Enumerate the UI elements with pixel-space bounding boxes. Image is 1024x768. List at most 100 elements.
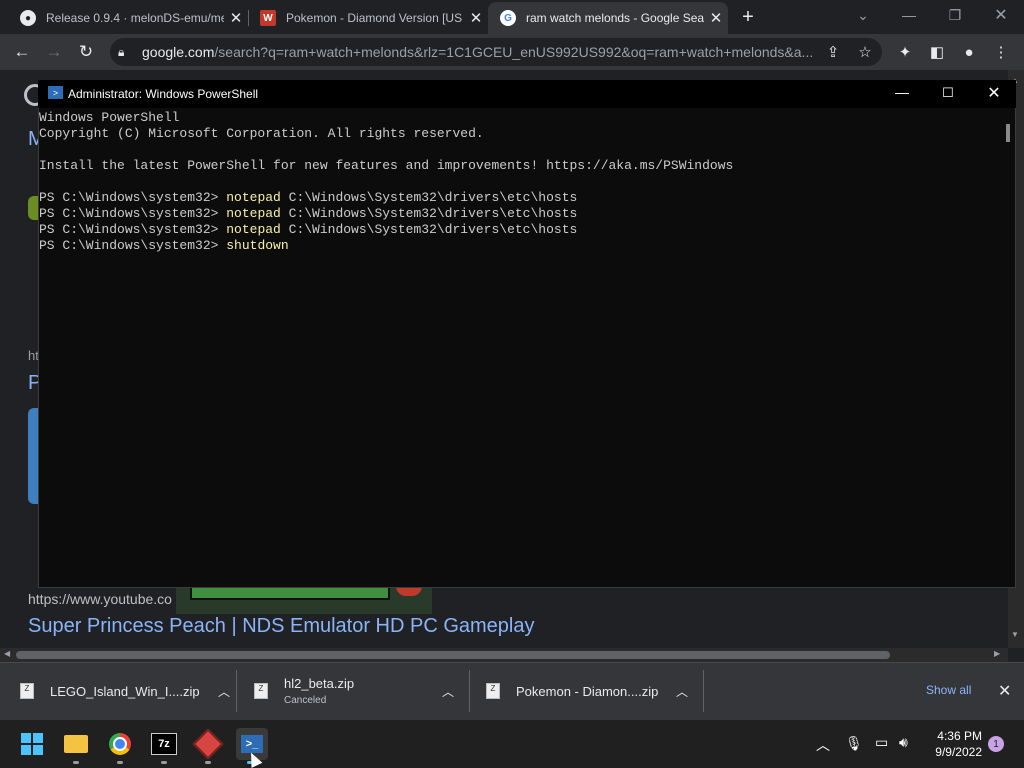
console-line: Install the latest PowerShell for new fe… bbox=[39, 158, 733, 174]
running-indicator bbox=[73, 761, 79, 764]
clock-time[interactable]: 4:36 PM bbox=[928, 729, 982, 743]
minimize-icon[interactable]: — bbox=[886, 0, 932, 30]
running-indicator bbox=[205, 761, 211, 764]
chevron-up-icon[interactable]: ︿ bbox=[676, 683, 688, 700]
thumbnail-bar bbox=[190, 586, 390, 600]
download-info: hl2_beta.zip Canceled bbox=[284, 676, 442, 706]
minimize-icon[interactable]: — bbox=[890, 84, 914, 100]
restore-icon[interactable]: ❐ bbox=[932, 0, 978, 30]
powershell-icon: > bbox=[48, 86, 63, 99]
github-icon: ● bbox=[20, 10, 36, 26]
tab-google[interactable]: G ram watch melonds - Google Sea ✕ bbox=[488, 2, 728, 34]
console-line: PS C:\Windows\system32> notepad C:\Windo… bbox=[39, 190, 577, 206]
tab-title: ram watch melonds - Google Sea bbox=[526, 11, 704, 25]
lock-icon[interactable]: 🔒︎ bbox=[118, 45, 124, 60]
download-item[interactable]: Z hl2_beta.zip Canceled ︿ bbox=[254, 662, 454, 720]
maximize-icon[interactable]: ☐ bbox=[936, 85, 960, 101]
close-window-icon[interactable]: ✕ bbox=[978, 0, 1024, 30]
reload-icon[interactable]: ↻ bbox=[76, 42, 96, 62]
result-title[interactable]: Super Princess Peach | NDS Emulator HD P… bbox=[28, 615, 535, 638]
volume-icon[interactable]: 🔊︎ bbox=[899, 734, 908, 751]
close-icon[interactable]: ✕ bbox=[704, 9, 728, 27]
console-line: PS C:\Windows\system32> notepad C:\Windo… bbox=[39, 222, 577, 238]
horizontal-scrollbar[interactable]: ◀ ▶ bbox=[0, 648, 1008, 662]
back-icon[interactable]: ← bbox=[12, 42, 32, 62]
powershell-window[interactable] bbox=[38, 80, 1016, 588]
console-text: Copyright (C) Microsoft Corporation. All… bbox=[39, 126, 484, 141]
side-panel-icon[interactable]: ◧ bbox=[928, 43, 946, 61]
file-explorer-icon[interactable] bbox=[60, 728, 92, 760]
network-icon[interactable]: ▭ bbox=[875, 734, 888, 751]
console-prompt: PS C:\Windows\system32> bbox=[39, 190, 227, 205]
console-args: C:\Windows\System32\drivers\etc\hosts bbox=[280, 206, 578, 221]
console-args: C:\Windows\System32\drivers\etc\hosts bbox=[280, 190, 578, 205]
download-divider bbox=[703, 670, 704, 712]
console-command: notepad bbox=[226, 190, 281, 205]
google-icon: G bbox=[500, 10, 516, 26]
download-filename: LEGO_Island_Win_I....zip bbox=[50, 683, 200, 699]
menu-icon[interactable]: ⋮ bbox=[992, 43, 1010, 61]
console-input-line[interactable]: PS C:\Windows\system32> shutdown bbox=[39, 238, 289, 254]
windows-start-icon[interactable] bbox=[16, 728, 48, 760]
notification-badge[interactable]: 1 bbox=[988, 736, 1004, 752]
zip-file-icon: Z bbox=[486, 683, 500, 699]
scroll-right-icon[interactable]: ▶ bbox=[994, 649, 1000, 658]
url-path: /search?q=ram+watch+melonds&rlz=1C1GCEU_… bbox=[214, 44, 814, 60]
url-text[interactable]: google.com/search?q=ram+watch+melonds&rl… bbox=[142, 44, 813, 60]
7zip-icon[interactable]: 7z bbox=[148, 728, 180, 760]
console-line: PS C:\Windows\system32> notepad C:\Windo… bbox=[39, 206, 577, 222]
close-downloads-icon[interactable]: ✕ bbox=[998, 681, 1011, 701]
close-icon[interactable]: ✕ bbox=[224, 9, 248, 27]
wiki-icon: W bbox=[260, 10, 276, 26]
show-all-button[interactable]: Show all bbox=[926, 683, 971, 697]
scroll-left-icon[interactable]: ◀ bbox=[4, 649, 10, 658]
tab-github[interactable]: ● Release 0.9.4 · melonDS-emu/me ✕ bbox=[8, 2, 248, 34]
scroll-thumb[interactable] bbox=[16, 651, 890, 659]
console-line: Windows PowerShell bbox=[39, 110, 179, 126]
console-command: notepad bbox=[226, 206, 281, 221]
chevron-up-icon[interactable]: ︿ bbox=[816, 735, 830, 755]
scroll-down-icon[interactable]: ▼ bbox=[1011, 630, 1019, 639]
result-url: https://www.youtube.co bbox=[28, 591, 172, 607]
microphone-icon[interactable]: 🎙︎ bbox=[845, 735, 863, 752]
tab-pokemon[interactable]: W Pokemon - Diamond Version [US ✕ bbox=[248, 2, 488, 34]
close-icon[interactable]: ✕ bbox=[464, 9, 488, 27]
console-prompt: PS C:\Windows\system32> bbox=[39, 238, 227, 253]
download-filename: Pokemon - Diamon....zip bbox=[516, 683, 659, 699]
chevron-up-icon[interactable]: ︿ bbox=[218, 683, 230, 700]
download-item[interactable]: Z Pokemon - Diamon....zip ︿ bbox=[486, 662, 688, 720]
video-thumbnail[interactable] bbox=[176, 586, 432, 614]
clock-date[interactable]: 9/9/2022 bbox=[928, 745, 982, 759]
chevron-up-icon[interactable]: ︿ bbox=[442, 683, 454, 700]
new-tab-icon[interactable]: + bbox=[736, 6, 760, 28]
console-args: C:\Windows\System32\drivers\etc\hosts bbox=[280, 222, 578, 237]
powershell-titlebar[interactable]: > Administrator: Windows PowerShell — ☐ … bbox=[38, 80, 1016, 108]
chrome-icon[interactable] bbox=[104, 728, 136, 760]
tab-title: Release 0.9.4 · melonDS-emu/me bbox=[46, 11, 224, 25]
console-line: Copyright (C) Microsoft Corporation. All… bbox=[39, 126, 484, 142]
tab-search-icon[interactable]: ⌄ bbox=[840, 0, 886, 30]
share-icon[interactable]: ⇪ bbox=[824, 43, 842, 61]
download-status: Canceled bbox=[284, 695, 327, 706]
console-prompt: PS C:\Windows\system32> bbox=[39, 222, 227, 237]
close-icon[interactable]: ✕ bbox=[982, 83, 1006, 103]
zip-file-icon: Z bbox=[254, 683, 268, 699]
console-command: shutdown bbox=[226, 238, 289, 253]
running-indicator bbox=[117, 761, 123, 764]
console-text: Windows PowerShell bbox=[39, 110, 180, 125]
url-domain: google.com bbox=[142, 44, 215, 60]
forward-icon[interactable]: → bbox=[44, 42, 64, 62]
window-title: Administrator: Windows PowerShell bbox=[68, 87, 259, 101]
profile-icon[interactable]: ● bbox=[960, 43, 978, 61]
bookmark-star-icon[interactable]: ☆ bbox=[856, 43, 874, 61]
console-command: notepad bbox=[226, 222, 281, 237]
download-divider bbox=[236, 670, 237, 712]
download-item[interactable]: Z LEGO_Island_Win_I....zip ︿ bbox=[20, 662, 230, 720]
running-indicator bbox=[161, 761, 167, 764]
download-filename: hl2_beta.zip bbox=[284, 676, 355, 691]
console-scrollbar-thumb[interactable] bbox=[1006, 124, 1010, 142]
zip-file-icon: Z bbox=[20, 683, 34, 699]
download-divider bbox=[469, 670, 470, 712]
extensions-icon[interactable]: ✦ bbox=[896, 43, 914, 61]
melonds-icon[interactable] bbox=[192, 728, 224, 760]
